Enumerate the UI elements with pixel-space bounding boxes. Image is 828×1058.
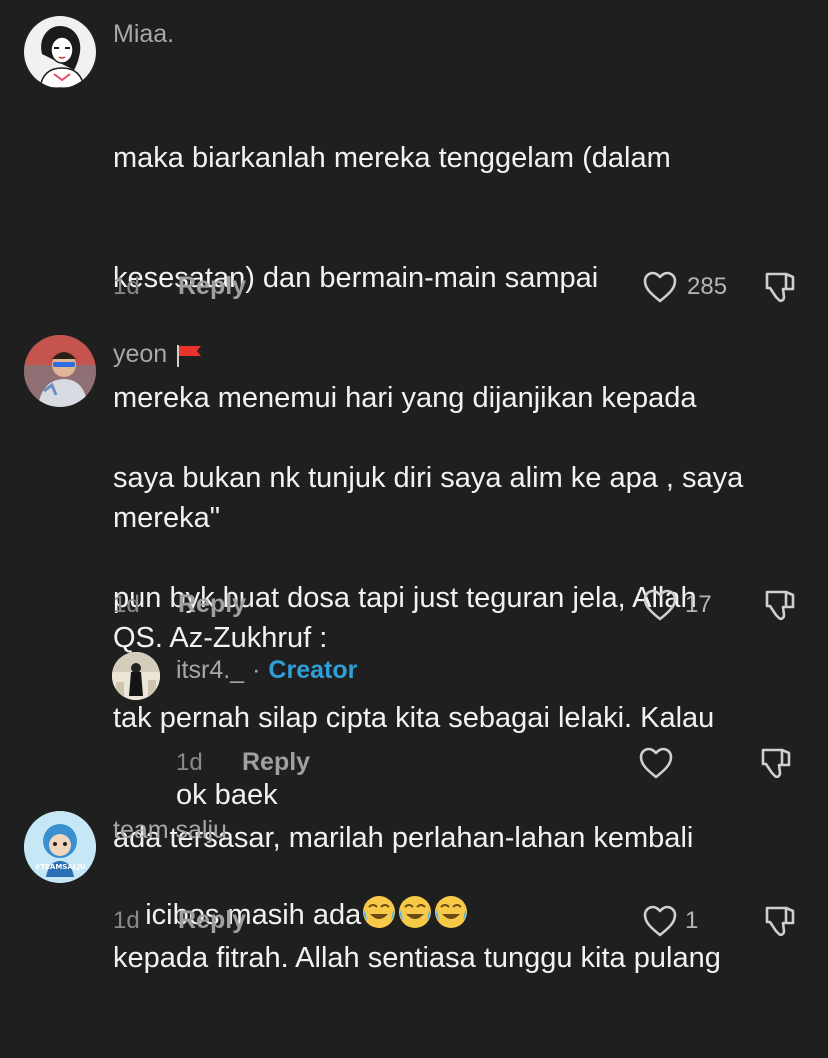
timestamp: 1d [176, 749, 203, 776]
username[interactable]: yeon [113, 340, 205, 369]
dislike-icon[interactable] [762, 270, 798, 304]
reply-creator: itsr4._ · Creator ok baek 1d Reply [0, 640, 828, 811]
dislike-icon[interactable] [762, 588, 798, 622]
heart-icon[interactable] [642, 270, 678, 304]
creator-badge: Creator [268, 656, 358, 684]
timestamp: 1d [113, 907, 140, 934]
comment-line: saya bukan nk tunjuk diri saya alim ke a… [113, 462, 744, 494]
tears-of-joy-emoji [399, 896, 432, 928]
comment-text: icibos masih ada [113, 854, 469, 975]
reply-button[interactable]: Reply [178, 906, 246, 935]
username-text[interactable]: itsr4._ [176, 656, 244, 685]
username-text[interactable]: Miaa. [113, 20, 174, 49]
reply-button[interactable]: Reply [178, 272, 246, 301]
timestamp: 1d [113, 591, 140, 618]
tears-of-joy-emoji [363, 896, 396, 928]
avatar[interactable]: #TEAMSALJU [24, 811, 96, 883]
avatar[interactable] [24, 335, 96, 407]
separator-dot: · [252, 656, 261, 684]
comment-yeon: yeon saya bukan nk tunjuk diri saya alim… [0, 320, 828, 974]
username[interactable]: Miaa. [113, 20, 174, 49]
like-count: 17 [685, 591, 712, 618]
like-count: 1 [685, 907, 699, 934]
reply-button[interactable]: Reply [178, 590, 246, 619]
timestamp: 1d [113, 273, 140, 300]
reply-button[interactable]: Reply [242, 748, 310, 777]
comment-miaa: Miaa. maka biarkanlah mereka tenggelam (… [0, 0, 828, 654]
avatar[interactable] [112, 652, 160, 700]
heart-icon[interactable] [642, 588, 678, 622]
dislike-icon[interactable] [758, 746, 794, 780]
red-flag-icon [177, 344, 202, 367]
username[interactable]: team salju [113, 816, 227, 845]
heart-icon[interactable] [638, 746, 674, 780]
dislike-icon[interactable] [762, 904, 798, 938]
like-count: 285 [687, 273, 728, 300]
comment-team-salju: #TEAMSALJU team salju icibos masih ada 1… [0, 800, 828, 953]
avatar[interactable] [24, 16, 96, 88]
username-text[interactable]: yeon [113, 340, 167, 369]
username[interactable]: itsr4._ · Creator [176, 656, 357, 685]
heart-icon[interactable] [642, 904, 678, 938]
tears-of-joy-emoji [435, 896, 468, 928]
username-text[interactable]: team salju [113, 816, 227, 845]
avatar-text: #TEAMSALJU [34, 863, 85, 871]
comment-line: maka biarkanlah mereka tenggelam (dalam [113, 142, 671, 174]
